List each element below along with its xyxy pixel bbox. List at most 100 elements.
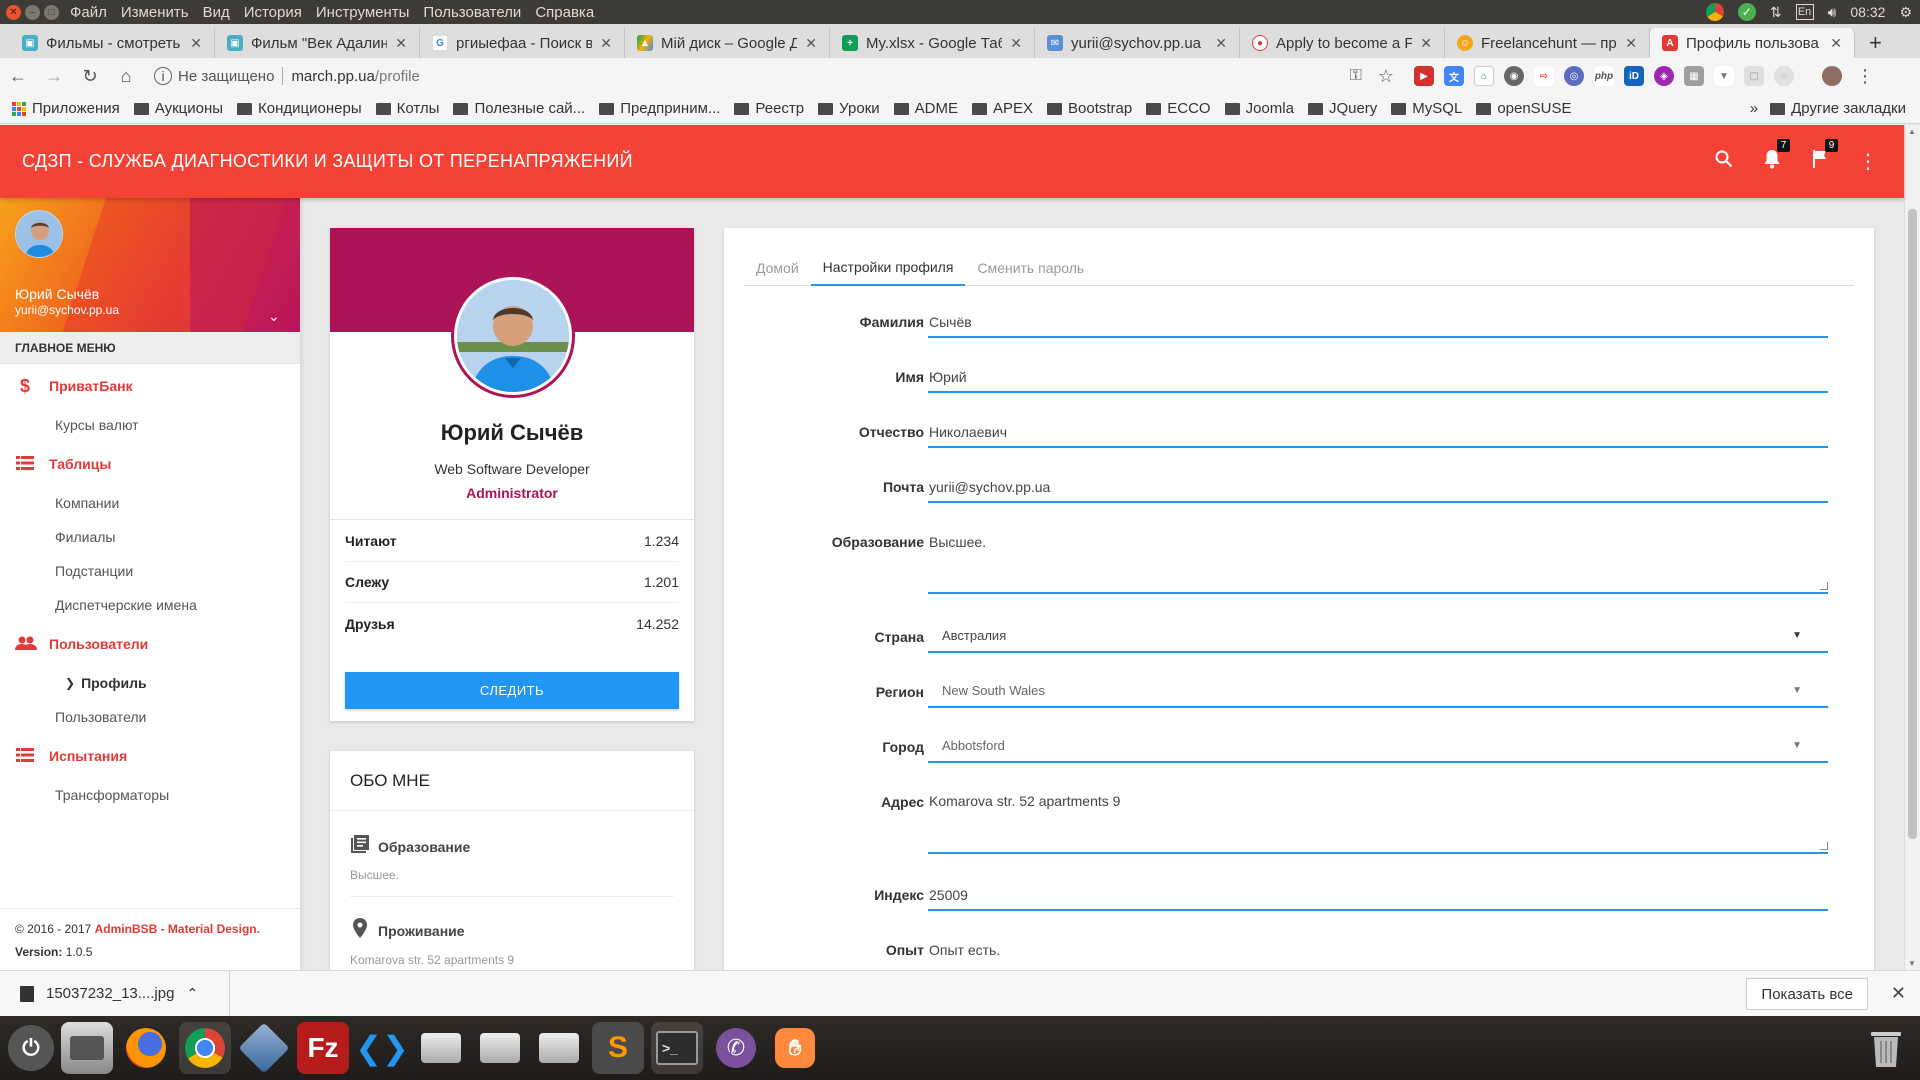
sidebar-item-users[interactable]: Пользователи [0, 622, 300, 666]
tab-profile-settings[interactable]: Настройки профиля [810, 250, 966, 286]
bookmark-folder[interactable]: MySQL [1391, 100, 1462, 117]
sublime-text-icon[interactable]: S [592, 1022, 644, 1074]
volume-icon[interactable]: 🔊︎ [1828, 4, 1837, 21]
sidebar-item-privatbank[interactable]: $ ПриватБанк [0, 364, 300, 408]
resize-handle-icon[interactable] [1820, 842, 1828, 850]
sidebar-subitem-dispatch-names[interactable]: Диспетчерские имена [0, 588, 300, 622]
browser-menu-icon[interactable]: ⋮ [1856, 66, 1874, 87]
tab-close-icon[interactable]: ✕ [600, 35, 612, 52]
extension-icon[interactable]: ◈ [1654, 66, 1674, 86]
sidebar-item-tables[interactable]: Таблицы [0, 442, 300, 486]
resize-handle-icon[interactable] [1820, 582, 1828, 590]
keyboard-layout-indicator[interactable]: En [1795, 4, 1814, 20]
php-icon[interactable]: php [1594, 66, 1614, 86]
address-textarea[interactable]: Komarova str. 52 apartments 9 [928, 786, 1828, 854]
city-select[interactable]: Abbotsford ▼ [928, 731, 1828, 763]
menu-file[interactable]: Файл [70, 4, 107, 21]
info-icon[interactable]: i [154, 67, 172, 85]
first-name-input[interactable]: Юрий [928, 363, 1828, 393]
home-icon[interactable]: ⌂ [108, 66, 144, 87]
tab-close-icon[interactable]: ✕ [1010, 35, 1022, 52]
menu-edit[interactable]: Изменить [121, 4, 189, 21]
tab-home[interactable]: Домой [744, 250, 811, 286]
sidebar-item-tests[interactable]: Испытания [0, 734, 300, 778]
bookmark-folder[interactable]: openSUSE [1476, 100, 1572, 117]
vscode-icon[interactable]: ❮❯ [355, 1022, 409, 1074]
extension-icon[interactable]: ◎ [1564, 66, 1584, 86]
more-vert-icon[interactable]: ⋮ [1858, 149, 1878, 174]
browser-tab[interactable]: ▣ Фильм "Век Адалин ✕ [215, 28, 420, 58]
browser-tab[interactable]: ✉ yurii@sychov.pp.ua ✕ [1035, 28, 1240, 58]
window-close-button[interactable]: ✕ [6, 4, 21, 20]
firefox-icon[interactable] [120, 1022, 172, 1074]
menu-view[interactable]: Вид [203, 4, 230, 21]
extension-icon[interactable]: ▼ [1714, 66, 1734, 86]
extension-icon[interactable]: ▢ [1744, 66, 1764, 86]
browser-tab[interactable]: G ргиыефаа - Поиск в ✕ [420, 28, 625, 58]
extension-icon[interactable]: ◉ [1504, 66, 1524, 86]
file-manager-icon[interactable] [61, 1022, 113, 1074]
bookmark-folder[interactable]: Полезные сай... [453, 100, 585, 117]
window-minimize-button[interactable]: – [25, 4, 40, 20]
virtualbox-icon[interactable] [238, 1022, 290, 1074]
browser-tab[interactable]: ▲ Мій диск – Google Д ✕ [625, 28, 830, 58]
drive-disk-icon[interactable] [415, 1022, 467, 1074]
forward-arrow-icon[interactable]: → [36, 66, 72, 87]
chrome-tray-icon[interactable] [1705, 3, 1724, 21]
menu-help[interactable]: Справка [535, 4, 594, 21]
extension-icon[interactable]: ▶ [1414, 66, 1434, 86]
browser-tab-active[interactable]: A Профиль пользова ✕ [1650, 28, 1855, 58]
reload-icon[interactable]: ↻ [72, 66, 108, 87]
star-bookmark-icon[interactable]: ☆ [1378, 66, 1394, 87]
new-tab-button[interactable]: + [1855, 28, 1896, 58]
browser-tab[interactable]: ☺ Freelancehunt — пр ✕ [1445, 28, 1650, 58]
postcode-input[interactable]: 25009 [928, 881, 1828, 911]
translate-icon[interactable]: 文 [1444, 66, 1464, 86]
show-all-downloads-button[interactable]: Показать все [1746, 978, 1868, 1010]
search-icon[interactable] [1714, 150, 1734, 174]
bookmark-folder[interactable]: ECCO [1146, 100, 1211, 117]
bookmark-folder[interactable]: APEX [971, 100, 1033, 117]
bookmark-folder[interactable]: Реестр [734, 100, 804, 117]
sidebar-avatar[interactable] [15, 210, 63, 258]
education-textarea[interactable]: Высшее. [928, 528, 1828, 594]
extension-icon[interactable]: ▦ [1684, 66, 1704, 86]
country-select[interactable]: Австралия ▼ [928, 621, 1828, 653]
menu-users[interactable]: Пользователи [423, 4, 521, 21]
last-name-input[interactable]: Сычёв [928, 308, 1828, 338]
chrome-icon[interactable] [179, 1022, 231, 1074]
sidebar-subitem-branches[interactable]: Филиалы [0, 520, 300, 554]
address-bar[interactable]: i Не защищено march.pp.ua/profile ⚿ ☆ [154, 61, 1394, 91]
menu-tools[interactable]: Инструменты [316, 4, 410, 21]
sidebar-subitem-companies[interactable]: Компании [0, 486, 300, 520]
extension-icon[interactable]: ⇨ [1534, 66, 1554, 86]
drive-disk-icon[interactable] [533, 1022, 585, 1074]
tab-change-password[interactable]: Сменить пароль [965, 250, 1096, 286]
tab-close-icon[interactable]: ✕ [1420, 35, 1432, 52]
tab-close-icon[interactable]: ✕ [190, 35, 202, 52]
tab-close-icon[interactable]: ✕ [395, 35, 407, 52]
browser-tab[interactable]: ● Apply to become a F ✕ [1240, 28, 1445, 58]
download-item[interactable]: 15037232_13....jpg ⌃ [0, 970, 230, 1017]
viber-icon[interactable]: ✆ [710, 1022, 762, 1074]
chevron-up-icon[interactable]: ⌃ [186, 985, 198, 1002]
tab-close-icon[interactable]: ✕ [1625, 35, 1637, 52]
browser-tab[interactable]: ▣ Фильмы - смотреть ✕ [10, 28, 215, 58]
extension-icon[interactable]: ⌂ [1474, 66, 1494, 86]
browser-tab[interactable]: + My.xlsx - Google Таб ✕ [830, 28, 1035, 58]
filezilla-icon[interactable]: Fz [297, 1022, 349, 1074]
close-icon[interactable]: ✕ [1891, 983, 1906, 1004]
menu-history[interactable]: История [244, 4, 302, 21]
terminal-icon[interactable]: >_ [651, 1022, 703, 1074]
profile-avatar-icon[interactable] [1822, 66, 1842, 86]
bookmark-folder[interactable]: Аукционы [133, 100, 223, 117]
scroll-up-arrow-icon[interactable]: ▲ [1908, 127, 1916, 136]
app-brand[interactable]: СДЗП - СЛУЖБА ДИАГНОСТИКИ И ЗАЩИТЫ ОТ ПЕ… [22, 151, 633, 172]
bookmark-apps[interactable]: Приложения [12, 100, 120, 117]
footer-brand-link[interactable]: AdminBSB - Material Design. [95, 922, 260, 936]
tab-close-icon[interactable]: ✕ [1830, 35, 1842, 52]
sidebar-subitem-substations[interactable]: Подстанции [0, 554, 300, 588]
other-bookmarks-folder[interactable]: Другие закладки [1770, 100, 1906, 117]
network-icon[interactable]: ⇅ [1770, 4, 1782, 21]
bookmark-folder[interactable]: ADME [893, 100, 958, 117]
